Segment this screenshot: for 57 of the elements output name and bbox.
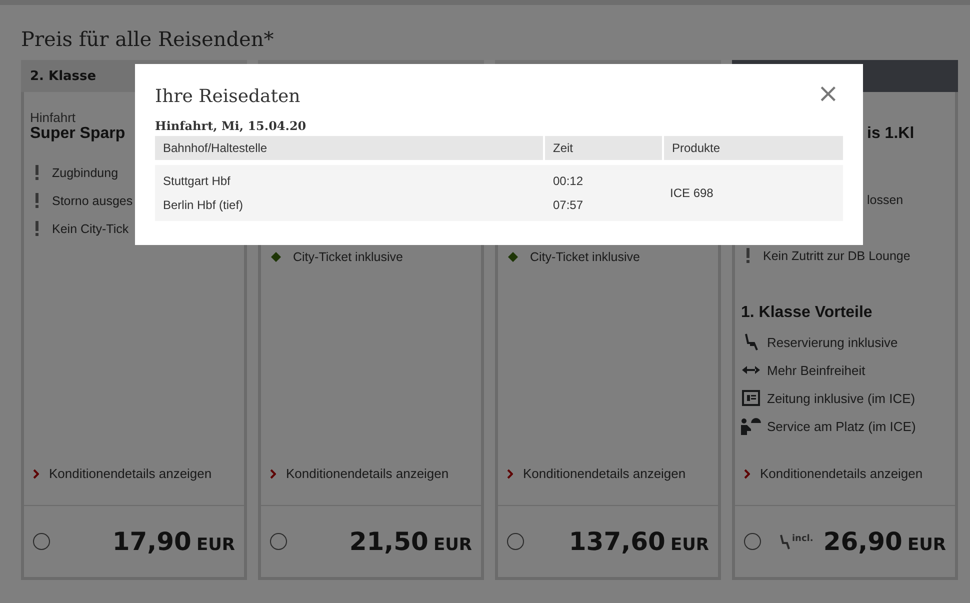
perk-text: Service am Platz (im ICE)	[767, 418, 916, 434]
price-amount: 137,60	[568, 527, 666, 556]
radio-button[interactable]	[744, 533, 761, 550]
table-cell: 00:12 07:57	[545, 165, 664, 221]
feature-text: Kein City-Tick	[52, 222, 129, 236]
feature-text: lossen	[867, 193, 904, 207]
perk-text: Zeitung inklusive (im ICE)	[767, 390, 916, 406]
class-label: 2. Klasse	[30, 68, 96, 84]
conditions-link[interactable]: Konditionendetails anzeigen	[267, 466, 475, 481]
price-amount: 21,50	[349, 527, 428, 556]
table-cell: ICE 698	[664, 165, 843, 221]
currency-label: EUR	[670, 535, 709, 555]
currency-label: EUR	[196, 535, 235, 555]
conditions-link[interactable]: Konditionendetails anzeigen	[741, 466, 949, 481]
perk-text: Reservierung inklusive	[767, 334, 898, 350]
chevron-icon	[270, 468, 276, 478]
diamond-icon	[271, 252, 281, 262]
currency-label: EUR	[907, 535, 946, 555]
section-heading: 1. Klasse Vorteile	[741, 304, 874, 322]
conditions-link[interactable]: Konditionendetails anzeigen	[504, 466, 712, 481]
table-cell: Stuttgart Hbf Berlin Hbf (tief)	[155, 165, 545, 221]
radio-button[interactable]	[33, 533, 50, 550]
feature-text: City-Ticket inklusive	[530, 250, 640, 264]
fare-title: Super Sparp	[30, 125, 126, 142]
price-amount: 17,90	[112, 527, 192, 556]
seat-icon	[778, 534, 791, 550]
column-header: Produkte	[664, 136, 843, 160]
dialog-title: Ihre Reisedaten	[155, 86, 300, 107]
radio-button[interactable]	[270, 533, 287, 550]
exclamation-icon	[34, 165, 40, 181]
perk-text: Mehr Beinfreiheit	[767, 362, 866, 378]
feature-text: City-Ticket inklusive	[293, 250, 403, 264]
page-title: Preis für alle Reisenden*	[21, 27, 275, 51]
chevron-icon	[33, 468, 39, 478]
trip-heading: Hinfahrt, Mi, 15.04.20	[155, 119, 308, 133]
feature-text: Storno ausges	[52, 194, 133, 208]
column-header: Zeit	[545, 136, 662, 160]
column-header: Bahnhof/Haltestelle	[155, 136, 543, 160]
radio-button[interactable]	[507, 533, 524, 550]
feature-text: Zugbindung	[52, 166, 118, 180]
conditions-link[interactable]: Konditionendetails anzeigen	[30, 466, 238, 481]
waiter-icon	[741, 417, 761, 435]
diamond-icon	[508, 252, 518, 262]
exclamation-icon	[34, 193, 40, 209]
close-button[interactable]: ×	[813, 84, 843, 104]
feature-text: Kein Zutritt zur DB Lounge	[763, 249, 910, 263]
exclamation-icon	[745, 248, 751, 264]
price-amount: 26,90	[823, 527, 902, 556]
chevron-icon	[744, 468, 750, 478]
chevron-icon	[507, 468, 513, 478]
included-label: incl.	[792, 534, 814, 544]
newspaper-icon	[741, 390, 761, 406]
currency-label: EUR	[433, 535, 472, 555]
direction-label: Hinfahrt	[30, 110, 76, 125]
exclamation-icon	[34, 221, 40, 237]
fare-title: is 1.Kl	[866, 125, 914, 142]
double-arrow-icon	[741, 365, 761, 375]
